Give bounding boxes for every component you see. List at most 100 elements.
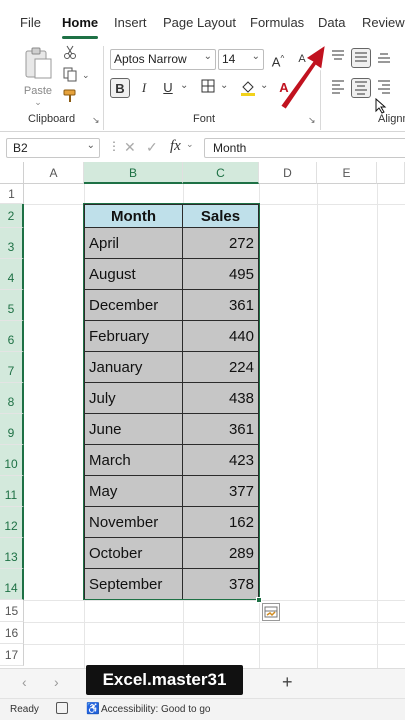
- month-cell[interactable]: February: [84, 321, 183, 352]
- header-cell-month[interactable]: Month: [84, 204, 183, 228]
- align-bottom-icon[interactable]: [374, 48, 394, 68]
- sales-cell[interactable]: 361: [182, 414, 259, 445]
- row-header[interactable]: 10: [0, 445, 24, 476]
- clipboard-launcher-icon[interactable]: ↘: [92, 115, 100, 126]
- bold-button[interactable]: B: [110, 78, 130, 98]
- row-header[interactable]: 3: [0, 228, 24, 259]
- chevron-down-icon[interactable]: ⌄: [260, 80, 268, 91]
- quick-analysis-icon[interactable]: [262, 603, 280, 621]
- row-header[interactable]: 14: [0, 569, 24, 600]
- month-cell[interactable]: April: [84, 228, 183, 259]
- paste-icon: [25, 47, 52, 79]
- sales-cell[interactable]: 378: [182, 569, 259, 600]
- month-cell[interactable]: June: [84, 414, 183, 445]
- row-header[interactable]: 16: [0, 622, 24, 644]
- formula-value: Month: [213, 141, 247, 155]
- chevron-down-icon: ⌄: [86, 140, 95, 151]
- font-size-select[interactable]: 14 ⌄: [218, 49, 264, 70]
- tab-page-layout[interactable]: Page Layout: [163, 15, 236, 30]
- sales-cell[interactable]: 438: [182, 383, 259, 414]
- name-box[interactable]: B2 ⌄: [6, 138, 100, 158]
- paste-button[interactable]: Paste ⌄: [22, 46, 54, 107]
- header-cell-sales[interactable]: Sales: [182, 204, 259, 228]
- worksheet[interactable]: A B C D E 1 2 3 4 5 6 7 8 9 10 11 12 13 …: [0, 162, 405, 668]
- sales-cell[interactable]: 361: [182, 290, 259, 321]
- tab-home[interactable]: Home: [62, 15, 98, 30]
- font-name-select[interactable]: Aptos Narrow ⌄: [110, 49, 216, 70]
- month-cell[interactable]: October: [84, 538, 183, 569]
- fill-color-icon[interactable]: [238, 78, 258, 98]
- cancel-icon[interactable]: ✕: [124, 139, 136, 156]
- sales-cell[interactable]: 377: [182, 476, 259, 507]
- font-group-label: Font: [193, 113, 216, 125]
- align-middle-icon[interactable]: [351, 48, 371, 68]
- chevron-down-icon: ⌄: [251, 51, 260, 62]
- sales-cell[interactable]: 440: [182, 321, 259, 352]
- row-header[interactable]: 9: [0, 414, 24, 445]
- alignment-group-label: Alignm: [378, 113, 405, 125]
- accessibility-icon[interactable]: ♿: [86, 702, 100, 715]
- sales-cell[interactable]: 423: [182, 445, 259, 476]
- row-header[interactable]: 12: [0, 507, 24, 538]
- row-header[interactable]: 7: [0, 352, 24, 383]
- enter-icon[interactable]: ✓: [146, 139, 158, 156]
- align-center-icon[interactable]: [351, 78, 371, 98]
- row-header[interactable]: 8: [0, 383, 24, 414]
- column-header-c[interactable]: C: [183, 162, 259, 184]
- month-cell[interactable]: July: [84, 383, 183, 414]
- insert-function-icon[interactable]: fx: [170, 138, 181, 155]
- month-cell[interactable]: August: [84, 259, 183, 290]
- chevron-down-icon[interactable]: ⌄: [220, 80, 228, 91]
- borders-icon[interactable]: [198, 78, 218, 98]
- tab-insert[interactable]: Insert: [114, 15, 147, 30]
- chevron-down-icon: ⌄: [34, 97, 42, 107]
- column-header-d[interactable]: D: [259, 162, 317, 184]
- tab-review[interactable]: Review: [362, 15, 405, 30]
- row-header[interactable]: 4: [0, 259, 24, 290]
- format-painter-icon[interactable]: [60, 88, 80, 108]
- chevron-down-icon[interactable]: ⌄: [180, 80, 188, 91]
- font-launcher-icon[interactable]: ↘: [308, 115, 316, 126]
- month-cell[interactable]: September: [84, 569, 183, 600]
- row-header[interactable]: 5: [0, 290, 24, 321]
- copy-dropdown-icon[interactable]: ⌄: [82, 70, 90, 81]
- row-header[interactable]: 1: [0, 184, 24, 204]
- cut-icon[interactable]: [60, 44, 80, 64]
- ribbon-divider: [103, 46, 104, 130]
- row-header[interactable]: 11: [0, 476, 24, 507]
- sales-cell[interactable]: 162: [182, 507, 259, 538]
- align-right-icon[interactable]: [374, 78, 394, 98]
- formula-input[interactable]: Month: [204, 138, 405, 158]
- month-cell[interactable]: March: [84, 445, 183, 476]
- column-header-f[interactable]: [377, 162, 405, 184]
- column-header-e[interactable]: E: [317, 162, 377, 184]
- copy-icon[interactable]: [60, 66, 80, 86]
- chevron-right-icon[interactable]: ›: [54, 674, 59, 690]
- underline-button[interactable]: U: [158, 78, 178, 98]
- tab-formulas[interactable]: Formulas: [250, 15, 304, 30]
- column-header-a[interactable]: A: [24, 162, 84, 184]
- row-header[interactable]: 15: [0, 600, 24, 622]
- row-header[interactable]: 17: [0, 644, 24, 666]
- sales-cell[interactable]: 289: [182, 538, 259, 569]
- tab-data[interactable]: Data: [318, 15, 345, 30]
- row-header[interactable]: 6: [0, 321, 24, 352]
- font-size-value: 14: [222, 52, 236, 66]
- accessibility-status[interactable]: Accessibility: Good to go: [101, 704, 211, 715]
- chevron-left-icon[interactable]: ‹: [22, 674, 27, 690]
- sales-cell[interactable]: 495: [182, 259, 259, 290]
- month-cell[interactable]: May: [84, 476, 183, 507]
- row-header[interactable]: 13: [0, 538, 24, 569]
- paste-label: Paste: [23, 85, 53, 97]
- italic-button[interactable]: I: [134, 78, 154, 98]
- tab-file[interactable]: File: [20, 15, 41, 30]
- row-header[interactable]: 2: [0, 204, 24, 228]
- sales-cell[interactable]: 272: [182, 228, 259, 259]
- month-cell[interactable]: December: [84, 290, 183, 321]
- add-sheet-button[interactable]: +: [282, 672, 293, 693]
- month-cell[interactable]: November: [84, 507, 183, 538]
- select-all-corner[interactable]: [0, 162, 24, 184]
- sales-cell[interactable]: 224: [182, 352, 259, 383]
- column-header-b[interactable]: B: [84, 162, 183, 184]
- month-cell[interactable]: January: [84, 352, 183, 383]
